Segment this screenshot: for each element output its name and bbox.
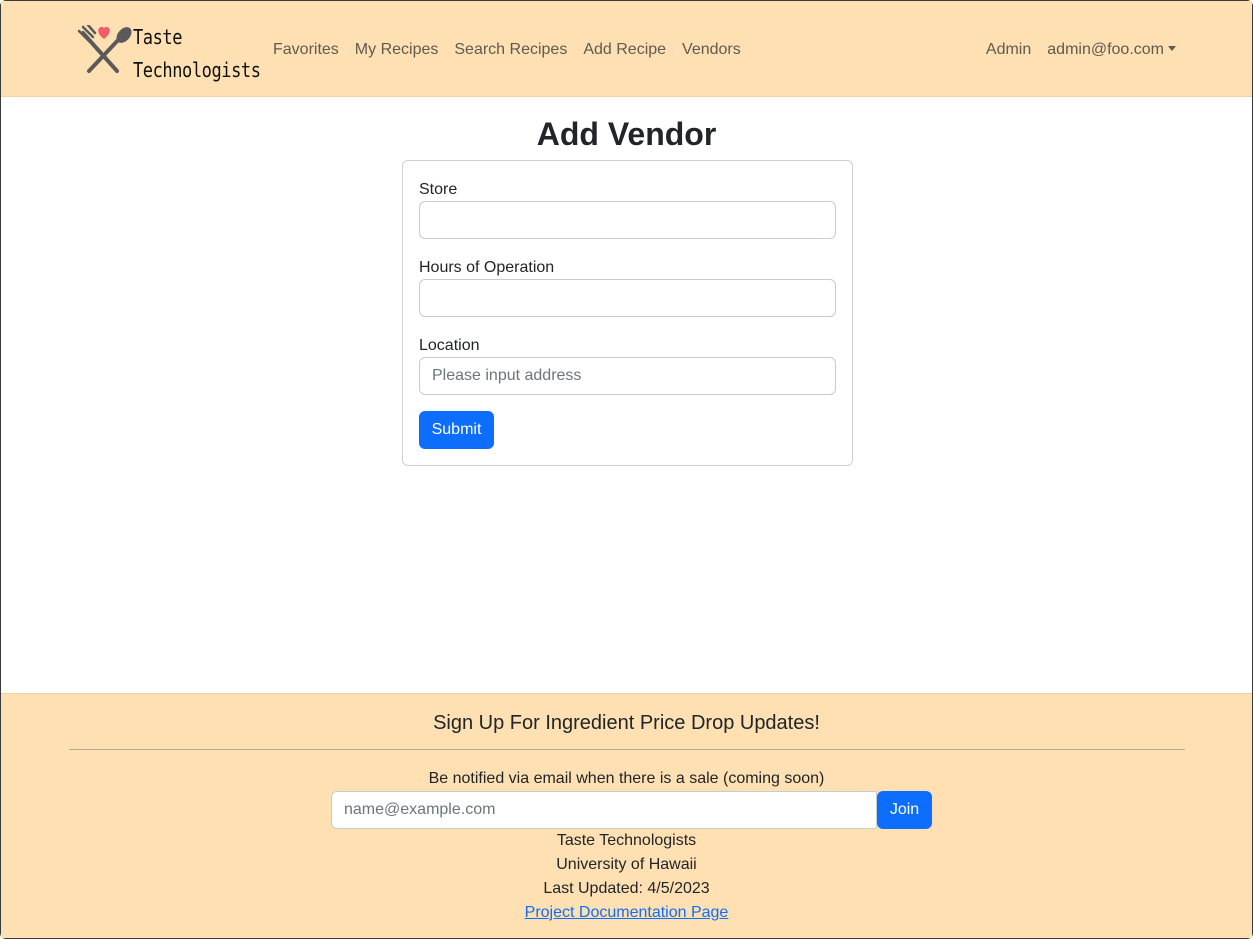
hours-label: Hours of Operation: [419, 259, 555, 276]
nav-link-admin[interactable]: Admin: [986, 39, 1031, 61]
footer-divider: [69, 749, 1185, 750]
brand-line-1: Taste: [133, 25, 183, 49]
fork-spoon-heart-icon: [77, 25, 132, 73]
nav-link-favorites[interactable]: Favorites: [273, 39, 339, 61]
location-label: Location: [419, 337, 480, 354]
join-button[interactable]: Join: [877, 791, 932, 829]
page-title: Add Vendor: [536, 116, 717, 152]
brand-line-2: Technologists: [133, 58, 261, 82]
footer-notice: Be notified via email when there is a sa…: [428, 770, 825, 787]
nav-link-my-recipes[interactable]: My Recipes: [355, 39, 439, 61]
user-email: admin@foo.com: [1047, 41, 1164, 58]
nav-right: Admin admin@foo.com: [986, 39, 1176, 61]
brand-logo[interactable]: Taste Technologists: [77, 21, 261, 82]
subscribe-email-input[interactable]: [331, 791, 877, 829]
nav-link-search-recipes[interactable]: Search Recipes: [454, 39, 567, 61]
footer-heading: Sign Up For Ingredient Price Drop Update…: [433, 712, 820, 734]
user-dropdown[interactable]: admin@foo.com: [1047, 39, 1176, 61]
footer-link-row: Project Documentation Page: [1, 901, 1252, 925]
footer: Sign Up For Ingredient Price Drop Update…: [1, 693, 1252, 938]
footer-school: University of Hawaii: [556, 856, 697, 873]
store-label: Store: [419, 181, 458, 198]
store-input[interactable]: [419, 201, 836, 239]
brand-name: Taste Technologists: [133, 21, 261, 87]
add-vendor-form: Store Hours of Operation Location Submit: [402, 160, 853, 466]
hours-input[interactable]: [419, 279, 836, 317]
nav-link-vendors[interactable]: Vendors: [682, 39, 741, 61]
project-documentation-link[interactable]: Project Documentation Page: [525, 904, 729, 921]
location-input[interactable]: [419, 357, 836, 395]
nav-links: Favorites My Recipes Search Recipes Add …: [273, 39, 741, 61]
nav-link-add-recipe[interactable]: Add Recipe: [583, 39, 666, 61]
navbar: Taste Technologists Favorites My Recipes…: [1, 1, 1252, 97]
footer-updated: Last Updated: 4/5/2023: [543, 880, 710, 897]
footer-org: Taste Technologists: [556, 832, 697, 849]
caret-down-icon: [1168, 46, 1176, 51]
submit-button[interactable]: Submit: [419, 411, 494, 449]
